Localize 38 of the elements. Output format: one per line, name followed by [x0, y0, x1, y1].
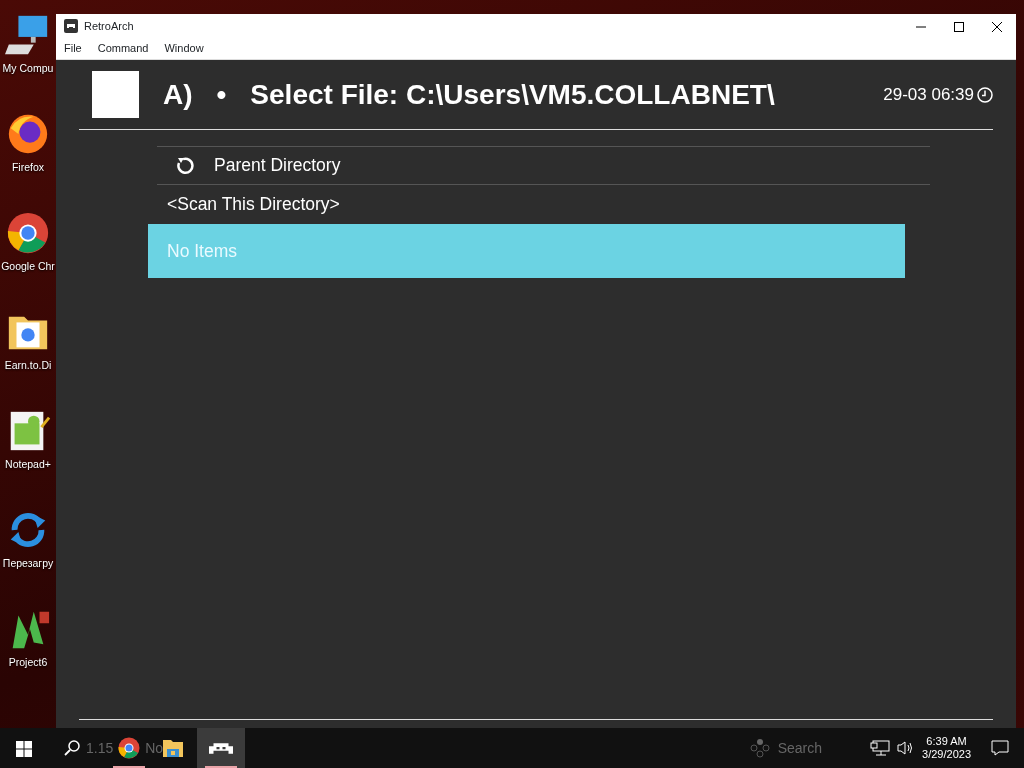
menu-title: Select File: C:\Users\VM5.COLLABNET\ — [250, 77, 775, 112]
icon-label: Earn.to.Di — [4, 358, 52, 373]
hint-label: Search — [777, 738, 823, 758]
version-text: 1.15 — [86, 738, 114, 758]
menu-item[interactable]: File — [64, 40, 82, 57]
app-icon — [64, 19, 78, 33]
search-icon[interactable] — [64, 740, 80, 756]
taskbar-clock[interactable]: 6:39 AM 3/29/2023 — [922, 735, 971, 761]
maximize-icon — [954, 21, 964, 32]
notification-icon[interactable] — [991, 739, 1009, 757]
icon-label: Google Chr — [1, 259, 55, 274]
invader-icon — [209, 743, 234, 755]
core-text: No — [145, 738, 164, 758]
clock-text: 29-03 06:39 — [883, 83, 974, 106]
windows-logo-icon — [16, 740, 32, 757]
menu-entry[interactable]: <Scan This Directory> — [157, 185, 930, 224]
volume-icon[interactable] — [896, 740, 915, 756]
icon-label: Project6 — [8, 655, 48, 670]
clock-icon — [977, 86, 993, 103]
chrome-icon[interactable] — [5, 210, 51, 256]
icon-label: Notepad+ — [5, 457, 51, 472]
bullet: • — [216, 77, 227, 112]
menu-entry[interactable]: Parent Directory — [157, 146, 930, 185]
gamepad-button-icon — [749, 738, 770, 758]
icon-label: Firefox — [11, 160, 45, 175]
thumbnail — [92, 71, 139, 118]
chrome-icon — [117, 736, 142, 761]
minimize-icon — [916, 25, 926, 28]
taskbar-app[interactable] — [197, 728, 246, 768]
refresh-icon — [174, 155, 194, 176]
icon-label: My Compu — [2, 61, 54, 76]
window-title: RetroArch — [84, 18, 134, 34]
icon-label: Перезагру — [2, 556, 54, 571]
menu-item[interactable]: Window — [164, 40, 204, 57]
close-icon — [992, 21, 1002, 32]
menu-index: A) — [163, 77, 193, 112]
network-icon[interactable] — [870, 740, 891, 756]
menu-item[interactable]: Command — [97, 40, 149, 57]
